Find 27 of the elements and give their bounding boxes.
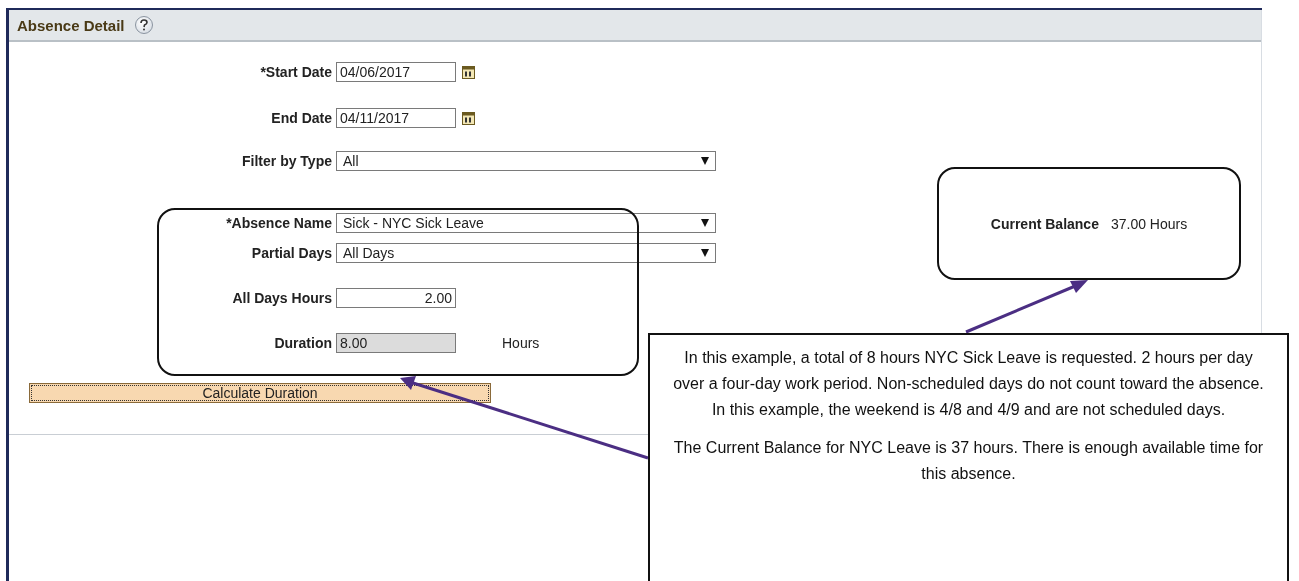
calendar-icon[interactable] xyxy=(462,64,476,80)
hours-field[interactable]: 2.00 xyxy=(336,288,456,308)
unit-label: Hours xyxy=(502,335,540,351)
note-text: The Current Balance for NYC Leave is 37 hours. There is enough available time for this absence. xyxy=(672,438,1265,484)
panel-title: Absence Detail xyxy=(17,16,125,34)
field-label: Filter by Type xyxy=(241,153,333,169)
caret-icon xyxy=(701,249,709,257)
field-label: End Date xyxy=(270,110,333,126)
field-label: *Start Date xyxy=(259,64,333,80)
balance-label: Current Balance xyxy=(990,215,1099,232)
field-label: All Days Hours xyxy=(231,290,333,306)
calendar-icon[interactable] xyxy=(462,110,476,126)
field-label: Duration xyxy=(273,335,333,351)
calculate-duration-button[interactable]: Calculate Duration xyxy=(29,383,491,403)
date-field[interactable]: 04/11/2017 xyxy=(336,108,456,128)
duration-field: 8.00 xyxy=(336,333,456,353)
help-icon[interactable] xyxy=(134,16,153,34)
balance-value: 37.00 Hours xyxy=(1110,215,1188,232)
dropdown[interactable]: All Days xyxy=(336,243,716,263)
caret-icon xyxy=(701,219,709,227)
note-text: In this example, a total of 8 hours NYC Sick Leave is requested. 2 hours per day over a four-day work period. Non-scheduled days do not count toward the absence. In this example, the weekend is 4/8 and 4/9 and are not scheduled days. xyxy=(672,348,1265,420)
dropdown[interactable]: Sick - NYC Sick Leave xyxy=(336,213,716,233)
dropdown[interactable]: All xyxy=(336,151,716,171)
date-field[interactable]: 04/06/2017 xyxy=(336,62,456,82)
field-label: *Absence Name xyxy=(225,215,333,231)
field-label: Partial Days xyxy=(250,245,333,261)
caret-icon xyxy=(701,157,709,165)
